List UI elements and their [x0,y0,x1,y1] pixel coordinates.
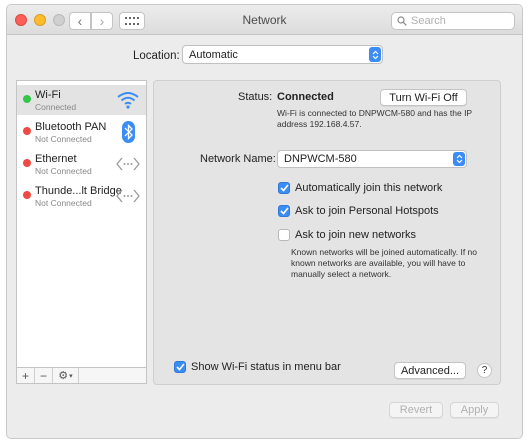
service-name: Thunde...lt Bridge [35,185,122,197]
location-value: Automatic [189,48,238,61]
status-dot-disconnected [23,127,31,135]
ask-new-networks-label: Ask to join new networks [295,229,417,241]
ethernet-arrows-icon [116,157,140,171]
search-field[interactable] [391,12,515,30]
auto-join-option[interactable]: Automatically join this network [278,182,442,194]
action-menu-button[interactable]: ⚙ ▾ [53,368,79,383]
gear-icon: ⚙ [58,370,69,382]
service-status: Connected [35,102,77,112]
checkmark-icon [175,363,185,371]
service-item-thunderbolt-bridge[interactable]: Thunde...lt Bridge Not Connected [17,181,146,211]
ethernet-arrows-icon [116,189,140,203]
service-name: Bluetooth PAN [35,121,107,133]
remove-service-button[interactable]: − [35,368,53,383]
location-label: Location: [133,50,180,62]
add-service-button[interactable]: + [17,368,35,383]
turn-wifi-off-button[interactable]: Turn Wi-Fi Off [380,89,467,106]
network-name-popup[interactable]: DNPWCM-580 [277,150,467,168]
chevron-down-icon: ▾ [69,372,73,380]
updown-arrows-icon [369,47,381,62]
revert-button[interactable]: Revert [389,402,443,418]
service-status: Not Connected [35,134,92,144]
service-status: Not Connected [35,166,92,176]
show-wifi-status-checkbox[interactable] [174,361,186,373]
checkmark-icon [279,207,289,215]
network-name-value: DNPWCM-580 [284,153,357,165]
service-item-ethernet[interactable]: Ethernet Not Connected [17,149,146,179]
auto-join-checkbox[interactable] [278,182,290,194]
status-dot-connected [23,95,31,103]
location-popup[interactable]: Automatic [182,45,383,64]
status-dot-disconnected [23,159,31,167]
status-label: Status: [238,91,273,103]
service-list[interactable]: Wi-Fi Connected Bluetooth PAN Not Connec… [16,80,147,368]
ask-new-networks-checkbox[interactable] [278,229,290,241]
service-item-wifi[interactable]: Wi-Fi Connected [17,85,146,115]
show-wifi-status-label: Show Wi-Fi status in menu bar [191,361,341,373]
search-input[interactable] [411,15,511,27]
bluetooth-icon [122,121,135,143]
ask-hotspots-option[interactable]: Ask to join Personal Hotspots [278,205,439,217]
ask-hotspots-label: Ask to join Personal Hotspots [295,205,439,217]
show-wifi-status-option[interactable]: Show Wi-Fi status in menu bar [174,361,341,373]
wifi-icon [117,92,139,109]
status-description: Wi-Fi is connected to DNPWCM-580 and has… [277,108,472,129]
ask-new-networks-description: Known networks will be joined automatica… [291,247,477,279]
status-value: Connected [277,91,334,103]
service-status: Not Connected [35,198,92,208]
service-item-bluetooth-pan[interactable]: Bluetooth PAN Not Connected [17,117,146,147]
plus-icon: + [21,368,29,383]
help-button[interactable]: ? [477,363,492,378]
service-name: Ethernet [35,153,77,165]
checkmark-icon [279,184,289,192]
apply-button[interactable]: Apply [450,402,499,418]
status-dot-disconnected [23,191,31,199]
ask-hotspots-checkbox[interactable] [278,205,290,217]
service-list-toolbar: + − ⚙ ▾ [16,368,147,384]
auto-join-label: Automatically join this network [295,182,443,194]
title-bar: ‹ › Network [7,5,522,35]
search-icon [397,16,407,26]
minus-icon: − [39,368,47,383]
network-name-label: Network Name: [200,153,276,165]
updown-arrows-icon [453,152,465,166]
service-name: Wi-Fi [35,89,61,101]
ask-new-networks-option[interactable]: Ask to join new networks [278,229,416,241]
advanced-button[interactable]: Advanced... [394,362,466,379]
